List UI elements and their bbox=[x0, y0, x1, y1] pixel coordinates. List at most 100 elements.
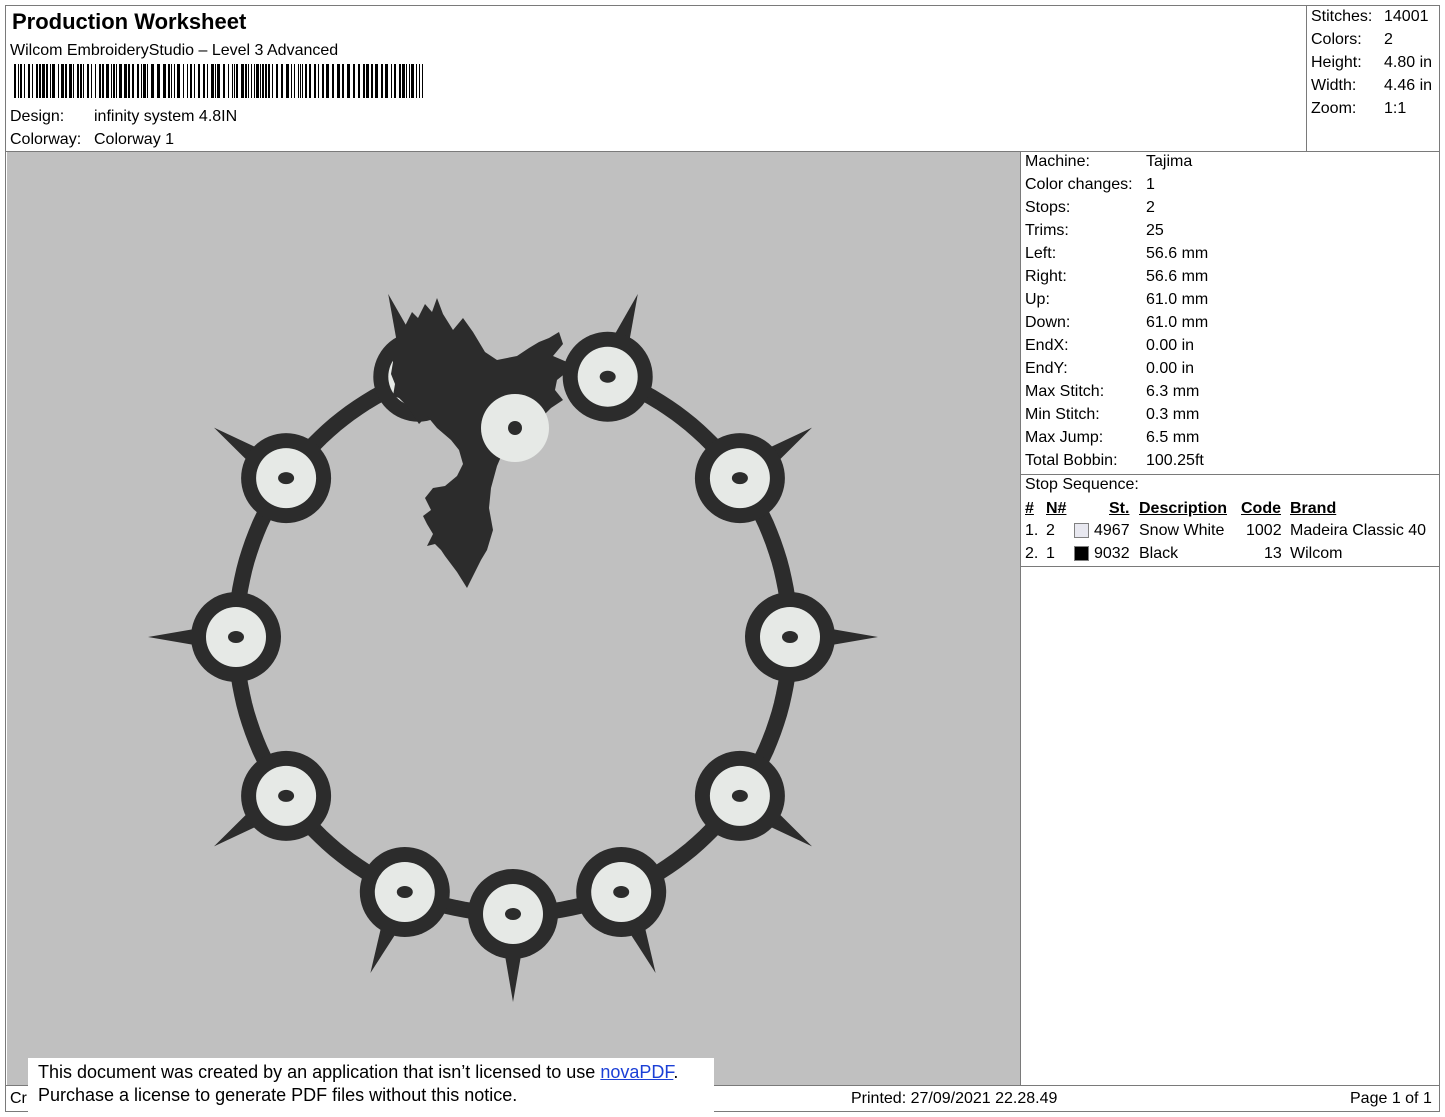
machine-info-divider bbox=[1020, 474, 1440, 475]
col-st-header: St. bbox=[1109, 500, 1130, 517]
row-code: 13 bbox=[1264, 545, 1282, 562]
barcode-bar bbox=[151, 64, 154, 98]
barcode-bar bbox=[177, 64, 180, 98]
barcode-bar bbox=[65, 64, 67, 98]
barcode-bar bbox=[223, 64, 225, 98]
row-needle: 1 bbox=[1046, 545, 1055, 562]
barcode-bar bbox=[69, 64, 72, 98]
barcode-bar bbox=[113, 64, 115, 98]
barcode-bar bbox=[42, 64, 45, 98]
software-name: Wilcom EmbroideryStudio – Level 3 Advanc… bbox=[10, 42, 339, 59]
barcode-bar bbox=[228, 64, 229, 98]
barcode-bar bbox=[124, 64, 127, 98]
barcode-bar bbox=[111, 64, 112, 98]
notice-line-2: Purchase a license to generate PDF files… bbox=[38, 1085, 518, 1105]
row-stitch: 4967 bbox=[1094, 522, 1130, 539]
barcode-bar bbox=[265, 64, 267, 98]
barcode-bar bbox=[18, 64, 19, 98]
bead-pupil bbox=[731, 789, 748, 802]
total-bobbin-value: 100.25ft bbox=[1146, 452, 1204, 469]
row-stitch: 9032 bbox=[1094, 545, 1130, 562]
barcode-bar bbox=[143, 64, 146, 98]
height-label: Height: bbox=[1311, 54, 1362, 71]
barcode-bar bbox=[260, 64, 261, 98]
left-label: Left: bbox=[1025, 245, 1057, 262]
barcode-bar bbox=[116, 64, 117, 98]
dragon-eye-pupil bbox=[508, 421, 522, 435]
col-num-header: # bbox=[1025, 500, 1034, 517]
barcode-bar bbox=[358, 64, 360, 98]
barcode-bar bbox=[50, 64, 51, 98]
width-label: Width: bbox=[1311, 77, 1357, 94]
barcode-bar bbox=[215, 64, 216, 98]
colors-label: Colors: bbox=[1311, 31, 1362, 48]
row-description: Snow White bbox=[1139, 522, 1225, 539]
row-needle: 2 bbox=[1046, 522, 1055, 539]
barcode-bar bbox=[276, 64, 278, 98]
max-stitch-label: Max Stitch: bbox=[1025, 383, 1105, 400]
color-swatch bbox=[1074, 523, 1089, 538]
barcode-bar bbox=[241, 64, 244, 98]
novapdf-link[interactable]: novaPDF bbox=[600, 1062, 673, 1082]
total-bobbin-label: Total Bobbin: bbox=[1025, 452, 1118, 469]
bead-pupil bbox=[505, 908, 521, 920]
barcode-bar bbox=[272, 64, 273, 98]
right-panel-divider bbox=[1020, 151, 1021, 1086]
col-n-header: N# bbox=[1046, 500, 1067, 517]
barcode-bar bbox=[163, 64, 166, 98]
barcode-bar bbox=[95, 64, 96, 98]
colors-value: 2 bbox=[1384, 31, 1393, 48]
barcode-bar bbox=[119, 64, 122, 98]
barcode-bar bbox=[20, 64, 22, 98]
barcode-bar bbox=[281, 64, 283, 98]
barcode-bar bbox=[24, 64, 25, 98]
barcode-bar bbox=[183, 64, 184, 98]
embroidery-design bbox=[148, 294, 878, 1002]
bead-pupil bbox=[613, 886, 630, 898]
barcode-bar bbox=[302, 64, 303, 98]
col-description-header: Description bbox=[1139, 500, 1228, 517]
barcode-bar bbox=[77, 64, 79, 98]
up-label: Up: bbox=[1025, 291, 1050, 308]
barcode-bar bbox=[298, 64, 299, 98]
barcode-bar bbox=[194, 64, 195, 98]
barcode-bar bbox=[211, 64, 214, 98]
endy-value: 0.00 in bbox=[1146, 360, 1195, 377]
barcode-bar bbox=[203, 64, 205, 98]
up-value: 61.0 mm bbox=[1146, 291, 1209, 308]
barcode-bar bbox=[58, 64, 59, 98]
barcode-bar bbox=[61, 64, 64, 98]
machine-label: Machine: bbox=[1025, 153, 1090, 170]
endx-label: EndX: bbox=[1025, 337, 1069, 354]
barcode-bar bbox=[326, 64, 329, 98]
barcode-bar bbox=[294, 64, 295, 98]
row-num: 1. bbox=[1025, 522, 1039, 539]
barcode-bar bbox=[347, 64, 350, 98]
row-num: 2. bbox=[1025, 545, 1039, 562]
barcode-bar bbox=[91, 64, 92, 98]
barcode-bar bbox=[422, 64, 423, 98]
notice-line-1: This document was created by an applicat… bbox=[38, 1061, 714, 1084]
barcode-bar bbox=[411, 64, 414, 98]
colorway-value: Colorway 1 bbox=[94, 131, 175, 148]
barcode-bar bbox=[375, 64, 378, 98]
barcode-bar bbox=[102, 64, 104, 98]
barcode-bar bbox=[236, 64, 238, 98]
barcode-bar bbox=[305, 64, 307, 98]
max-stitch-value: 6.3 mm bbox=[1146, 383, 1200, 400]
barcode-bar bbox=[52, 64, 55, 98]
barcode-bar bbox=[28, 64, 30, 98]
barcode-bar bbox=[87, 64, 89, 98]
height-value: 4.80 in bbox=[1384, 54, 1433, 71]
trims-value: 25 bbox=[1146, 222, 1164, 239]
barcode-bar bbox=[402, 64, 405, 98]
page-number: Page 1 of 1 bbox=[1350, 1090, 1432, 1107]
summary-divider bbox=[1306, 5, 1307, 152]
barcode-bar bbox=[217, 64, 220, 98]
color-swatch bbox=[1074, 546, 1089, 561]
zoom-value: 1:1 bbox=[1384, 100, 1407, 117]
barcode-bar bbox=[286, 64, 289, 98]
barcode-bar bbox=[14, 64, 16, 98]
notice-period: . bbox=[673, 1062, 679, 1082]
barcode-bar bbox=[46, 64, 48, 98]
